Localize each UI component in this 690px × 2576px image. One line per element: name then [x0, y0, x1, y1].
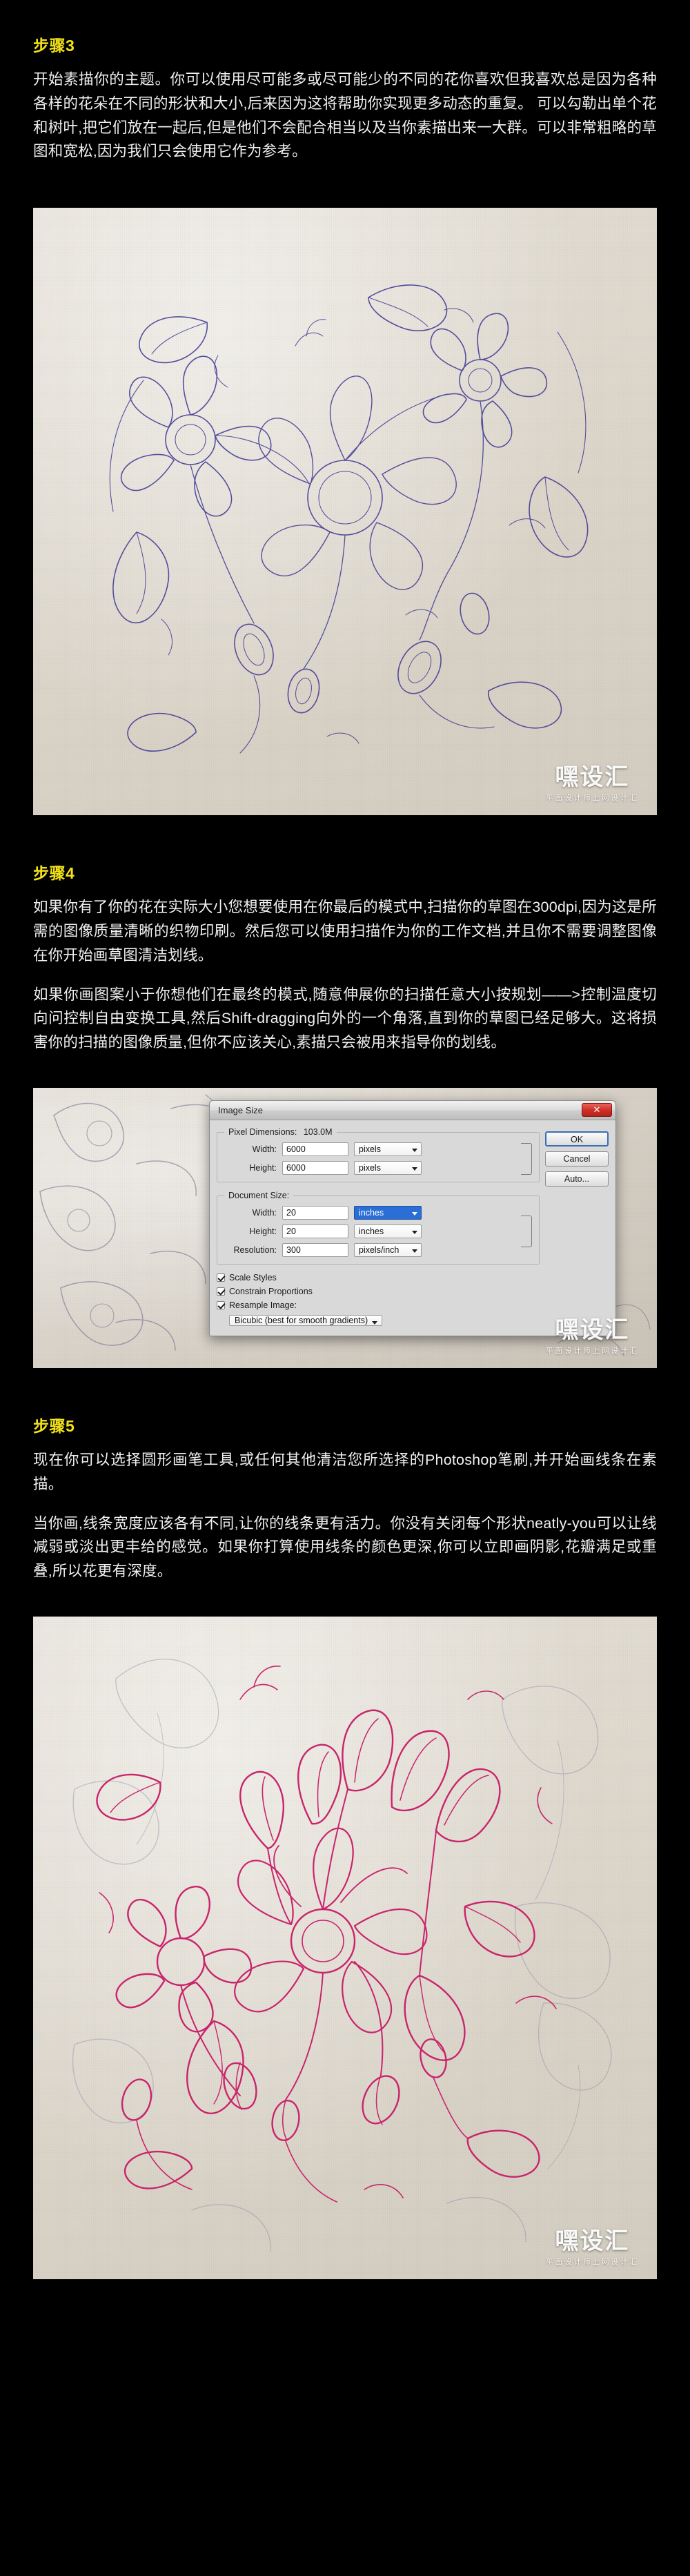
pixel-height-row: Height: 6000 pixels: [224, 1161, 518, 1175]
dialog-title: Image Size: [218, 1105, 264, 1116]
doc-resolution-unit-select[interactable]: pixels/inch: [354, 1243, 422, 1258]
doc-width-label: Width:: [252, 1208, 277, 1218]
pixel-dimensions-label: Pixel Dimensions:: [228, 1127, 297, 1138]
step3-paragraph-1: 开始素描你的主题。你可以使用尽可能多或尽可能少的不同的花你喜欢但我喜欢总是因为各…: [33, 70, 657, 160]
pixel-width-row: Width: 6000 pixels: [224, 1142, 518, 1157]
doc-resolution-row: Resolution: 300 pixels/inch: [224, 1243, 518, 1258]
chevron-down-icon: [412, 1149, 417, 1153]
constrain-link-bracket: [521, 1142, 532, 1175]
step4-paragraph-2: 如果你画图案小于你想他们在最终的模式,随意伸展你的扫描任意大小按规划——>控制温…: [33, 986, 657, 1051]
section-step3: 步骤3 开始素描你的主题。你可以使用尽可能多或尽可能少的不同的花你喜欢但我喜欢总…: [0, 36, 690, 164]
pixel-dimensions-group: Pixel Dimensions: 103.0M Width: 6000 pix…: [217, 1127, 540, 1183]
checkbox-icon[interactable]: [217, 1274, 225, 1282]
pixel-dimensions-size: 103.0M: [303, 1127, 333, 1138]
doc-resolution-unit-value: pixels/inch: [359, 1245, 400, 1256]
constrain-link-bracket: [521, 1216, 532, 1248]
pixel-width-input[interactable]: 6000: [282, 1142, 348, 1157]
resample-method-select[interactable]: Bicubic (best for smooth gradients): [229, 1315, 383, 1327]
image-photoshop-dialog-screenshot: Image Size ✕ Pixel Dimensions: 103.0M Wi…: [33, 1088, 657, 1369]
section-step4: 步骤4 如果你有了你的花在实际大小您想要使用在你最后的模式中,扫描你的草图在30…: [0, 863, 690, 1055]
doc-width-unit-select[interactable]: inches: [354, 1206, 422, 1220]
photoshop-image-size-dialog[interactable]: Image Size ✕ Pixel Dimensions: 103.0M Wi…: [209, 1100, 616, 1337]
tutorial-page: 步骤3 开始素描你的主题。你可以使用尽可能多或尽可能少的不同的花你喜欢但我喜欢总…: [0, 0, 690, 2308]
step4-paragraph-1: 如果你有了你的花在实际大小您想要使用在你最后的模式中,扫描你的草图在300dpi…: [33, 899, 657, 964]
pixel-dimensions-rows: Width: 6000 pixels Height: 6000 pixels: [224, 1142, 532, 1175]
document-size-legend: Document Size:: [228, 1191, 290, 1201]
pink-lineart-drawing: [72, 1659, 612, 2252]
document-size-group: Document Size: Width: 20 inches Height: …: [217, 1191, 540, 1265]
chevron-down-icon: [412, 1249, 417, 1253]
document-size-rows: Width: 20 inches Height: 20 inches Resol…: [224, 1206, 532, 1258]
dialog-titlebar[interactable]: Image Size ✕: [210, 1101, 615, 1121]
doc-width-row: Width: 20 inches: [224, 1206, 518, 1220]
constrain-proportions-label: Constrain Proportions: [229, 1287, 313, 1297]
blue-sketch-drawing: [109, 284, 589, 754]
step5-title: 步骤5: [33, 1417, 75, 1436]
doc-width-input[interactable]: 20: [282, 1206, 348, 1220]
doc-height-unit-value: inches: [359, 1227, 384, 1237]
chevron-down-icon: [412, 1167, 417, 1171]
section-step5: 步骤5 现在你可以选择圆形画笔工具,或任何其他清洁您所选择的Photoshop笔…: [0, 1416, 690, 1583]
pixel-width-label: Width:: [252, 1144, 277, 1155]
cancel-button[interactable]: Cancel: [545, 1151, 609, 1167]
doc-height-unit-select[interactable]: inches: [354, 1224, 422, 1239]
pixel-dimensions-legend: Pixel Dimensions: 103.0M: [224, 1127, 337, 1137]
resample-image-label: Resample Image:: [229, 1300, 297, 1311]
ok-button[interactable]: OK: [545, 1131, 609, 1147]
pixel-height-label: Height:: [249, 1163, 277, 1173]
pixel-width-unit-select[interactable]: pixels: [354, 1142, 422, 1157]
close-icon[interactable]: ✕: [582, 1103, 612, 1118]
dialog-form: Pixel Dimensions: 103.0M Width: 6000 pix…: [217, 1127, 545, 1327]
chevron-down-icon: [372, 1321, 378, 1325]
checkbox-icon[interactable]: [217, 1287, 225, 1296]
doc-resolution-label: Resolution:: [233, 1245, 277, 1256]
auto-button[interactable]: Auto...: [545, 1171, 609, 1187]
pixel-height-unit-value: pixels: [359, 1163, 381, 1173]
chevron-down-icon: [412, 1231, 417, 1235]
scale-styles-option[interactable]: Scale Styles: [217, 1273, 540, 1282]
pixel-height-input[interactable]: 6000: [282, 1161, 348, 1175]
resample-method-row: Bicubic (best for smooth gradients): [229, 1314, 540, 1327]
dialog-body: Pixel Dimensions: 103.0M Width: 6000 pix…: [210, 1120, 615, 1336]
step3-title: 步骤3: [33, 37, 75, 55]
step5-paragraph-2: 当你画,线条宽度应该各有不同,让你的线条更有活力。你没有关闭每个形状neatly…: [33, 1514, 657, 1580]
doc-resolution-input[interactable]: 300: [282, 1243, 348, 1258]
image-pink-floral-lineart: 嘿设汇 平面设计师上网设计汇: [33, 1617, 657, 2280]
resample-image-option[interactable]: Resample Image:: [217, 1300, 540, 1310]
chevron-down-icon: [412, 1212, 417, 1216]
resample-method-value: Bicubic (best for smooth gradients): [235, 1316, 368, 1326]
pixel-height-unit-select[interactable]: pixels: [354, 1161, 422, 1175]
doc-height-label: Height:: [249, 1227, 277, 1237]
doc-height-row: Height: 20 inches: [224, 1224, 518, 1239]
doc-height-input[interactable]: 20: [282, 1224, 348, 1239]
checkbox-icon[interactable]: [217, 1301, 225, 1310]
scale-styles-label: Scale Styles: [229, 1273, 277, 1283]
step4-title: 步骤4: [33, 864, 75, 883]
constrain-proportions-option[interactable]: Constrain Proportions: [217, 1287, 540, 1296]
doc-width-unit-value: inches: [359, 1208, 384, 1218]
step5-paragraph-1: 现在你可以选择圆形画笔工具,或任何其他清洁您所选择的Photoshop笔刷,并开…: [33, 1451, 657, 1492]
dialog-buttons: OK Cancel Auto...: [545, 1127, 609, 1327]
pixel-width-unit-value: pixels: [359, 1144, 381, 1155]
image-blue-floral-sketch: 嘿设汇 平面设计师上网设计汇: [33, 208, 657, 816]
